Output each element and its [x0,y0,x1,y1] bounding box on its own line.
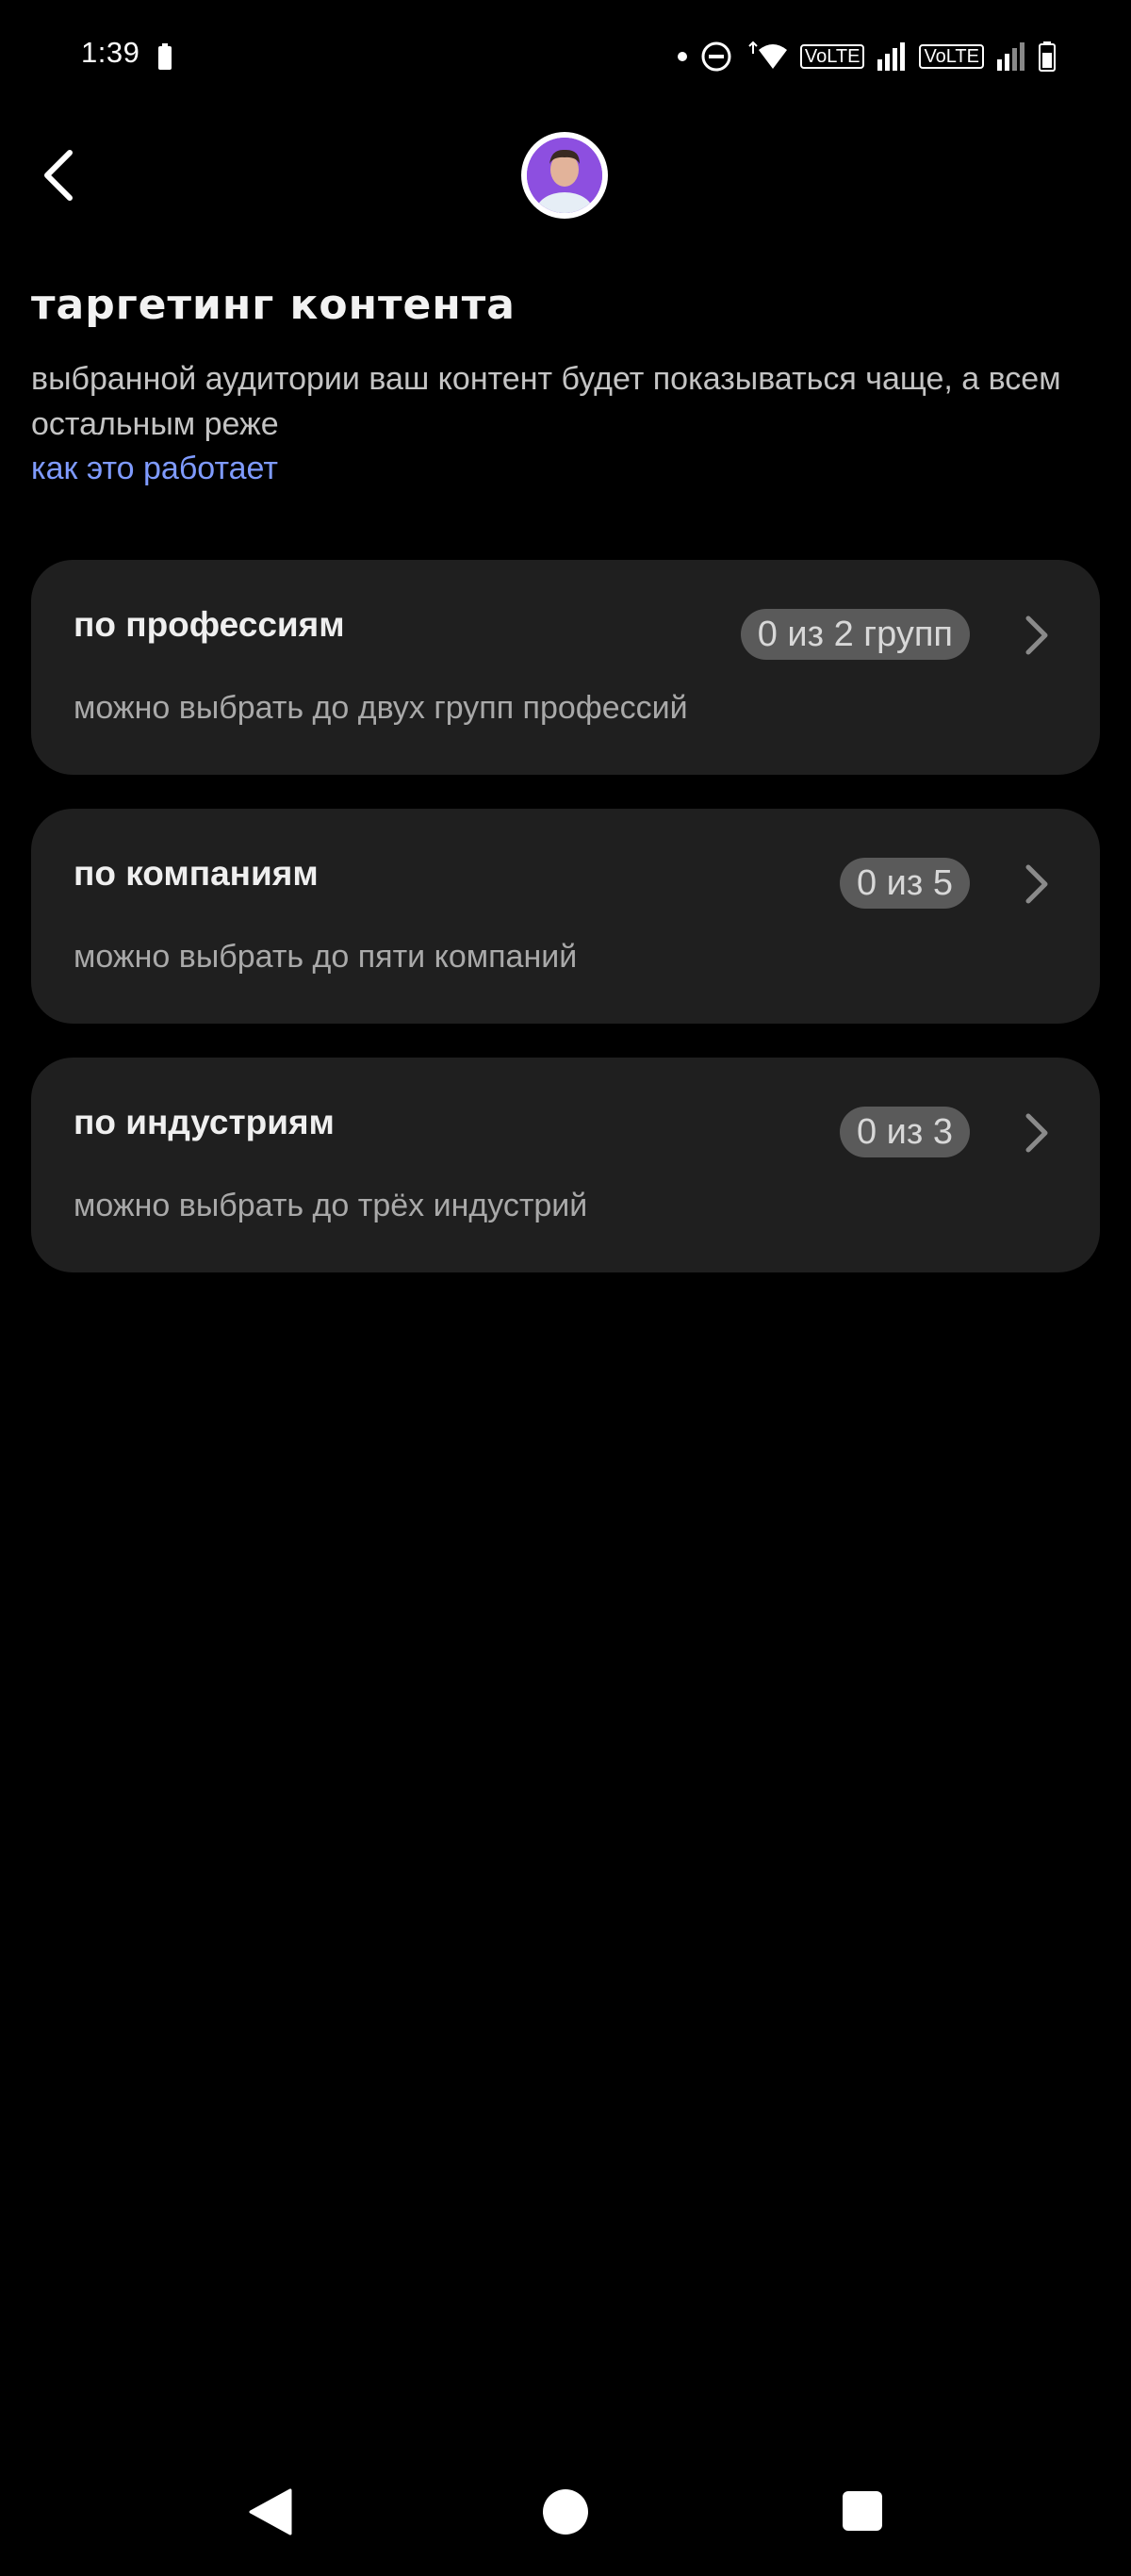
selection-count-badge: 0 из 3 [839,1107,970,1157]
avatar[interactable] [521,132,608,219]
do-not-disturb-icon [701,41,731,72]
card-title: по индустриям [74,1103,335,1141]
card-title: по профессиям [74,605,345,644]
card-professions[interactable]: по профессиям 0 из 2 групп можно выбрать… [31,560,1100,775]
volte-badge: VoLTE [799,44,865,69]
card-description: можно выбрать до пяти компаний [74,939,578,975]
battery-icon [158,43,172,70]
signal-icon-2 [997,42,1024,71]
status-bar: 1:39 VoLTE VoLTE [0,0,1131,113]
page-title: таргетинг контента [31,281,516,329]
avatar-image [527,138,602,213]
selection-count-badge: 0 из 2 групп [740,609,970,660]
card-title: по компаниям [74,854,319,893]
card-description: можно выбрать до трёх индустрий [74,1188,588,1223]
chevron-right-icon [1025,615,1048,655]
battery-icon-right [1039,41,1056,72]
wifi-icon [748,41,787,69]
back-button[interactable] [28,141,89,209]
selection-count-badge: 0 из 5 [839,858,970,909]
status-time: 1:39 [81,36,140,69]
signal-icon [877,42,906,71]
card-companies[interactable]: по компаниям 0 из 5 можно выбрать до пят… [31,809,1100,1024]
nav-recent-apps-icon[interactable] [843,2491,882,2531]
volte-badge-2: VoLTE [919,44,984,69]
nav-home-icon[interactable] [543,2489,588,2535]
nav-back-icon[interactable] [247,2488,292,2535]
card-description: можно выбрать до двух групп профессий [74,690,688,726]
chevron-right-icon [1025,864,1048,904]
status-icons: VoLTE VoLTE [677,38,1056,75]
card-industries[interactable]: по индустриям 0 из 3 можно выбрать до тр… [31,1058,1100,1272]
chevron-left-icon [44,150,73,201]
notification-dot-icon [677,52,687,61]
chevron-right-icon [1025,1113,1048,1153]
how-it-works-link[interactable]: как это работает [31,451,278,487]
page-subtitle: выбранной аудитории ваш контент будет по… [31,361,1061,442]
